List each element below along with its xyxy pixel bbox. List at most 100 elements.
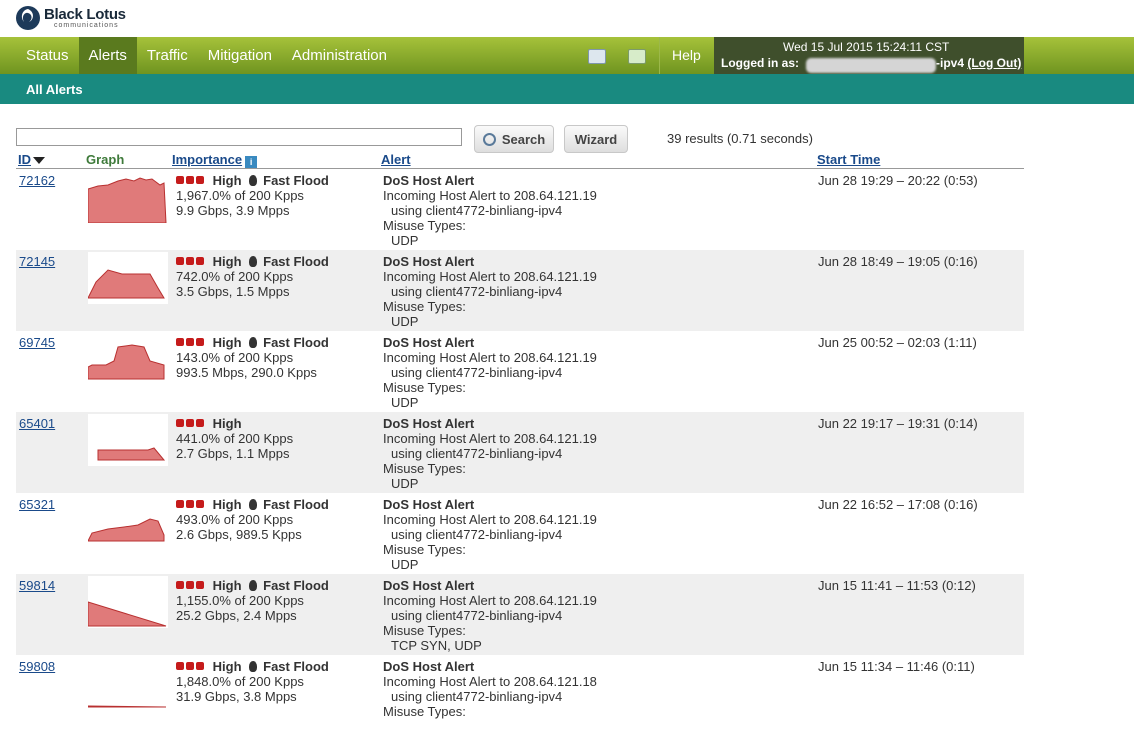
nav-traffic[interactable]: Traffic bbox=[137, 37, 198, 74]
alert-title: DoS Host Alert bbox=[383, 173, 475, 188]
alert-start-time: Jun 22 16:52 – 17:08 (0:16) bbox=[818, 497, 978, 512]
alert-id-link[interactable]: 65401 bbox=[19, 416, 55, 431]
alert-graph[interactable] bbox=[88, 657, 168, 709]
alert-graph[interactable] bbox=[88, 171, 168, 223]
alert-type: Fast Flood bbox=[263, 335, 329, 350]
sparkline-area bbox=[97, 447, 166, 461]
alert-row[interactable]: 65401 High 441.0% of 200 Kpps 2.7 Gbps, … bbox=[16, 412, 1024, 493]
sparkline-area bbox=[88, 177, 167, 223]
help-link[interactable]: Help bbox=[659, 37, 701, 74]
column-start-time[interactable]: Start Time bbox=[817, 152, 880, 167]
alert-percent: 1,848.0% of 200 Kpps bbox=[176, 674, 304, 689]
user-box: Wed 15 Jul 2015 15:24:11 CST Logged in a… bbox=[714, 37, 1024, 74]
alert-rate: 25.2 Gbps, 2.4 Mpps bbox=[176, 608, 297, 623]
column-id[interactable]: ID bbox=[18, 152, 45, 167]
alert-target: Incoming Host Alert to 208.64.121.19 bbox=[383, 512, 597, 527]
alert-graph[interactable] bbox=[88, 252, 168, 304]
info-icon[interactable]: i bbox=[245, 156, 258, 168]
search-button[interactable]: Search bbox=[474, 125, 554, 153]
alert-graph[interactable] bbox=[88, 333, 168, 385]
alert-id-link[interactable]: 59808 bbox=[19, 659, 55, 674]
alert-title: DoS Host Alert bbox=[383, 416, 475, 431]
flame-icon bbox=[249, 661, 258, 672]
nav-status[interactable]: Status bbox=[16, 37, 79, 74]
flame-icon bbox=[249, 337, 258, 348]
alert-percent: 1,967.0% of 200 Kpps bbox=[176, 188, 304, 203]
alert-client: using client4772-binliang-ipv4 bbox=[391, 446, 563, 461]
results-count: 39 results (0.71 seconds) bbox=[667, 131, 813, 146]
wizard-button[interactable]: Wizard bbox=[564, 125, 628, 153]
flame-icon bbox=[249, 499, 258, 510]
alert-importance: High Fast Flood 1,848.0% of 200 Kpps 31.… bbox=[176, 659, 329, 704]
alert-client: using client4772-binliang-ipv4 bbox=[391, 203, 563, 218]
alert-percent: 1,155.0% of 200 Kpps bbox=[176, 593, 304, 608]
current-datetime: Wed 15 Jul 2015 15:24:11 CST bbox=[783, 40, 950, 54]
severity-dots-icon bbox=[176, 335, 206, 350]
nav-mitigation[interactable]: Mitigation bbox=[198, 37, 282, 74]
window-icon[interactable] bbox=[588, 49, 606, 64]
column-id-label: ID bbox=[18, 152, 31, 167]
nav-alerts[interactable]: Alerts bbox=[78, 37, 137, 74]
severity-level: High bbox=[212, 659, 242, 674]
misuse-label: Misuse Types: bbox=[383, 623, 466, 638]
alert-graph[interactable] bbox=[88, 495, 168, 547]
search-icon bbox=[482, 132, 496, 146]
alert-start-time: Jun 28 19:29 – 20:22 (0:53) bbox=[818, 173, 978, 188]
search-row: Search Wizard 39 results (0.71 seconds) bbox=[16, 124, 1126, 153]
traffic-sparkline bbox=[88, 705, 167, 708]
subnav-all-alerts[interactable]: All Alerts bbox=[26, 82, 83, 97]
misuse-types: UDP bbox=[391, 395, 419, 410]
sub-navbar: All Alerts bbox=[0, 74, 1134, 104]
sparkline-area bbox=[88, 518, 165, 542]
alert-description: DoS Host Alert Incoming Host Alert to 20… bbox=[383, 497, 597, 572]
search-input[interactable] bbox=[16, 128, 462, 146]
traffic-sparkline bbox=[88, 177, 167, 223]
alert-start-time: Jun 28 18:49 – 19:05 (0:16) bbox=[818, 254, 978, 269]
column-importance[interactable]: Importance i bbox=[172, 152, 258, 168]
misuse-types: UDP bbox=[391, 314, 419, 329]
severity-level: High bbox=[212, 578, 242, 593]
misuse-types: UDP bbox=[391, 557, 419, 572]
alert-id-link[interactable]: 65321 bbox=[19, 497, 55, 512]
alert-graph[interactable] bbox=[88, 576, 168, 628]
alert-percent: 742.0% of 200 Kpps bbox=[176, 269, 294, 284]
sparkline-area bbox=[88, 601, 167, 627]
misuse-label: Misuse Types: bbox=[383, 218, 466, 233]
alert-id-link[interactable]: 72162 bbox=[19, 173, 55, 188]
alert-row[interactable]: 72145 High Fast Flood 742.0% of 200 Kpps… bbox=[16, 250, 1024, 331]
column-importance-label: Importance bbox=[172, 152, 243, 167]
misuse-label: Misuse Types: bbox=[383, 542, 466, 557]
alert-importance: High Fast Flood 1,155.0% of 200 Kpps 25.… bbox=[176, 578, 329, 623]
alert-title: DoS Host Alert bbox=[383, 659, 475, 674]
severity-level: High bbox=[212, 173, 242, 188]
sparkline-area bbox=[88, 705, 167, 708]
alert-row[interactable]: 59814 High Fast Flood 1,155.0% of 200 Kp… bbox=[16, 574, 1024, 655]
alert-id-link[interactable]: 59814 bbox=[19, 578, 55, 593]
flame-icon bbox=[249, 175, 258, 186]
alert-start-time: Jun 15 11:34 – 11:46 (0:11) bbox=[818, 659, 975, 674]
logout-link[interactable]: (Log Out) bbox=[967, 56, 1021, 70]
alert-row[interactable]: 69745 High Fast Flood 143.0% of 200 Kpps… bbox=[16, 331, 1024, 412]
column-alert[interactable]: Alert bbox=[381, 152, 411, 167]
alert-id-link[interactable]: 72145 bbox=[19, 254, 55, 269]
alert-row[interactable]: 59808 High Fast Flood 1,848.0% of 200 Kp… bbox=[16, 655, 1024, 736]
misuse-label: Misuse Types: bbox=[383, 461, 466, 476]
alert-description: DoS Host Alert Incoming Host Alert to 20… bbox=[383, 254, 597, 329]
alert-rate: 993.5 Mbps, 290.0 Kpps bbox=[176, 365, 317, 380]
flame-icon bbox=[249, 256, 258, 267]
severity-dots-icon bbox=[176, 416, 206, 431]
severity-level: High bbox=[212, 497, 242, 512]
alert-row[interactable]: 72162 High Fast Flood 1,967.0% of 200 Kp… bbox=[16, 169, 1024, 250]
alert-title: DoS Host Alert bbox=[383, 578, 475, 593]
alert-start-time: Jun 15 11:41 – 11:53 (0:12) bbox=[818, 578, 976, 593]
mail-icon[interactable] bbox=[628, 49, 646, 64]
alert-row[interactable]: 65321 High Fast Flood 493.0% of 200 Kpps… bbox=[16, 493, 1024, 574]
alert-graph[interactable] bbox=[88, 414, 168, 466]
nav-administration[interactable]: Administration bbox=[282, 37, 397, 74]
top-navbar: Status Alerts Traffic Mitigation Adminis… bbox=[0, 37, 1134, 74]
alert-id-link[interactable]: 69745 bbox=[19, 335, 55, 350]
alert-client: using client4772-binliang-ipv4 bbox=[391, 689, 563, 704]
alert-client: using client4772-binliang-ipv4 bbox=[391, 365, 563, 380]
brand-name: Black Lotus bbox=[44, 6, 126, 23]
severity-level: High bbox=[212, 416, 242, 431]
